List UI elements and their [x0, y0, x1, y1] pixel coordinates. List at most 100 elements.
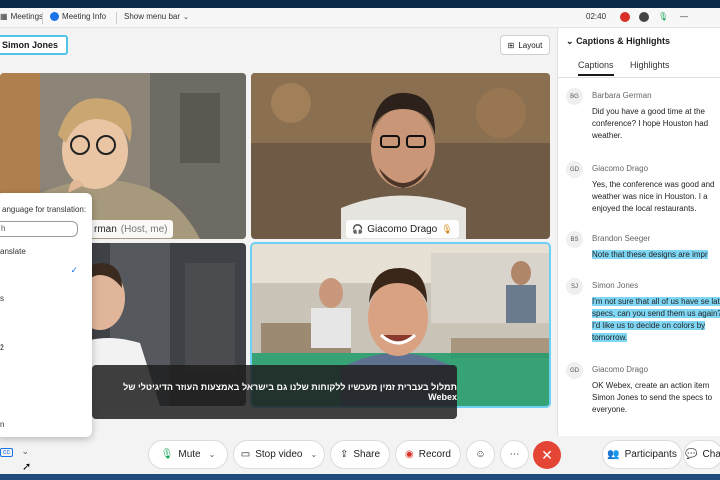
meeting-timer: 02:40: [586, 12, 606, 21]
meeting-info-button[interactable]: Meeting Info: [50, 12, 106, 21]
chevron-down-icon[interactable]: ⌄: [311, 450, 318, 459]
meeting-controls: 🎙 Mute ⌄ ▭ Stop video ⌄ ⇪ Share ◉ Record…: [0, 436, 720, 472]
headset-icon: 🎧: [352, 223, 364, 234]
meetings-menu[interactable]: ▦ Meetings: [0, 12, 43, 21]
participant-name-label: rman (Host, me): [88, 220, 174, 238]
chevron-down-icon: ⌄: [183, 13, 189, 21]
mic-muted-icon: 🎙: [441, 223, 453, 234]
participant-name-label: 🎧 Giacomo Drago 🎙: [346, 220, 459, 238]
chat-icon: 💬: [685, 449, 698, 460]
record-status-icon: [620, 12, 630, 22]
audio-status[interactable]: 🎙: [658, 12, 668, 21]
participant-video: [251, 73, 550, 239]
minimize-button[interactable]: —: [680, 12, 688, 21]
language-option[interactable]: n: [0, 420, 4, 429]
highlighted-text: I'm not sure that all of us have se late…: [592, 297, 720, 342]
microphone-icon: 🎙: [160, 449, 174, 460]
menu-header: anguage for translation:: [2, 205, 87, 214]
caption-text-highlighted: Note that these designs are impr: [592, 249, 720, 261]
recording-indicator[interactable]: [620, 12, 630, 22]
participant-name: rman: [94, 223, 117, 235]
avatar: GD: [566, 161, 583, 178]
chat-label: Cha: [702, 449, 720, 460]
caption-text: OK Webex, create an action item Simon Jo…: [592, 381, 713, 414]
share-label: Share: [353, 449, 381, 460]
panel-title: Captions & Highlights: [576, 36, 671, 46]
network-status[interactable]: [639, 12, 649, 22]
close-icon: ✕: [541, 446, 553, 463]
chevron-down-icon[interactable]: ⌄: [566, 36, 574, 46]
meeting-info-label: Meeting Info: [62, 12, 107, 21]
layout-label: Layout: [518, 40, 543, 50]
webex-icon: [50, 12, 59, 21]
language-option[interactable]: s: [0, 294, 4, 303]
language-option[interactable]: ž: [0, 343, 4, 352]
avatar: SJ: [566, 278, 583, 295]
tab-highlights[interactable]: Highlights: [630, 60, 670, 70]
chevron-down-icon[interactable]: ⌄: [22, 446, 30, 456]
video-camera-icon: ▭: [240, 449, 251, 460]
language-option[interactable]: anslate: [0, 247, 26, 256]
network-icon: [639, 12, 649, 22]
speaker-name: Giacomo Drago: [592, 164, 649, 173]
speaker-name: Giacomo Drago: [592, 365, 649, 374]
participants-icon: 👥: [607, 449, 620, 460]
divider: [116, 12, 117, 24]
participants-label: Participants: [624, 449, 677, 460]
taskbar: [0, 474, 720, 480]
top-bar: ▦ Meetings Meeting Info Show menu bar ⌄ …: [0, 8, 720, 28]
stop-video-button[interactable]: ▭ Stop video ⌄: [233, 440, 325, 469]
chat-button[interactable]: 💬 Cha: [683, 440, 720, 469]
show-menu-bar-button[interactable]: Show menu bar ⌄: [124, 12, 189, 21]
mute-button[interactable]: 🎙 Mute ⌄: [148, 440, 228, 469]
avatar: BG: [566, 88, 583, 105]
record-label: Record: [418, 449, 451, 460]
language-search-input[interactable]: h: [0, 221, 78, 237]
reactions-button[interactable]: ☺: [466, 440, 495, 469]
panel-tabs: Captions Highlights: [558, 56, 720, 78]
more-options-button[interactable]: ⋯: [500, 440, 529, 469]
record-button[interactable]: ◉ Record: [395, 440, 461, 469]
participants-button[interactable]: 👥 Participants: [602, 440, 682, 469]
caption-text: Yes, the conference was good and weather…: [592, 180, 715, 213]
speaker-name: Barbara German: [592, 91, 652, 100]
minimize-icon: —: [680, 12, 688, 21]
live-caption-overlay: תמלול בעברית זמין מעכשיו ללקוחות שלנו גם…: [92, 365, 457, 419]
tab-captions[interactable]: Captions: [578, 60, 614, 76]
speaker-name: Simon Jones: [592, 281, 639, 290]
caption-text: Did you have a good time at the conferen…: [592, 107, 709, 140]
divider: [42, 12, 43, 24]
closed-caption-icon: cc: [0, 448, 13, 457]
panel-header[interactable]: ⌄ Captions & Highlights: [566, 36, 670, 47]
avatar: BS: [566, 231, 583, 248]
video-tile-giacomo[interactable]: 🎧 Giacomo Drago 🎙: [251, 73, 550, 239]
smiley-icon: ☺: [475, 449, 486, 460]
end-call-button[interactable]: ✕: [533, 441, 561, 469]
layout-icon: ⊞: [507, 40, 515, 50]
stop-video-label: Stop video: [255, 449, 303, 460]
mouse-cursor-icon: ➚: [22, 461, 32, 473]
window-frame: [0, 0, 720, 8]
record-icon: ◉: [405, 449, 414, 460]
active-speaker-chip[interactable]: Simon Jones: [0, 35, 69, 55]
participant-role: (Host, me): [120, 223, 168, 235]
highlighted-text: Note that these designs are impr: [592, 250, 708, 259]
layout-button[interactable]: ⊞ Layout: [500, 35, 550, 55]
checkmark-icon: ✓: [70, 265, 78, 275]
meetings-label: Meetings: [10, 12, 44, 21]
avatar: GD: [566, 362, 583, 379]
caption-text: תמלול בעברית זמין מעכשיו ללקוחות שלנו גם…: [123, 382, 457, 402]
caption-text-highlighted: I'm not sure that all of us have se late…: [592, 296, 720, 344]
captions-highlights-panel: ⌄ Captions & Highlights Captions Highlig…: [557, 28, 720, 436]
active-speaker-name: Simon Jones: [2, 40, 59, 50]
timer-label: 02:40: [586, 12, 607, 21]
show-menu-bar-label: Show menu bar: [124, 12, 181, 21]
share-button[interactable]: ⇪ Share: [330, 440, 390, 469]
chevron-down-icon[interactable]: ⌄: [209, 450, 216, 459]
translation-language-menu[interactable]: anguage for translation: h anslate ✓ s ž…: [0, 193, 92, 437]
microphone-icon: 🎙: [658, 12, 669, 21]
mute-label: Mute: [178, 449, 201, 460]
share-icon: ⇪: [339, 449, 349, 460]
meetings-icon: ▦: [0, 12, 8, 21]
speaker-name: Brandon Seeger: [592, 234, 651, 243]
